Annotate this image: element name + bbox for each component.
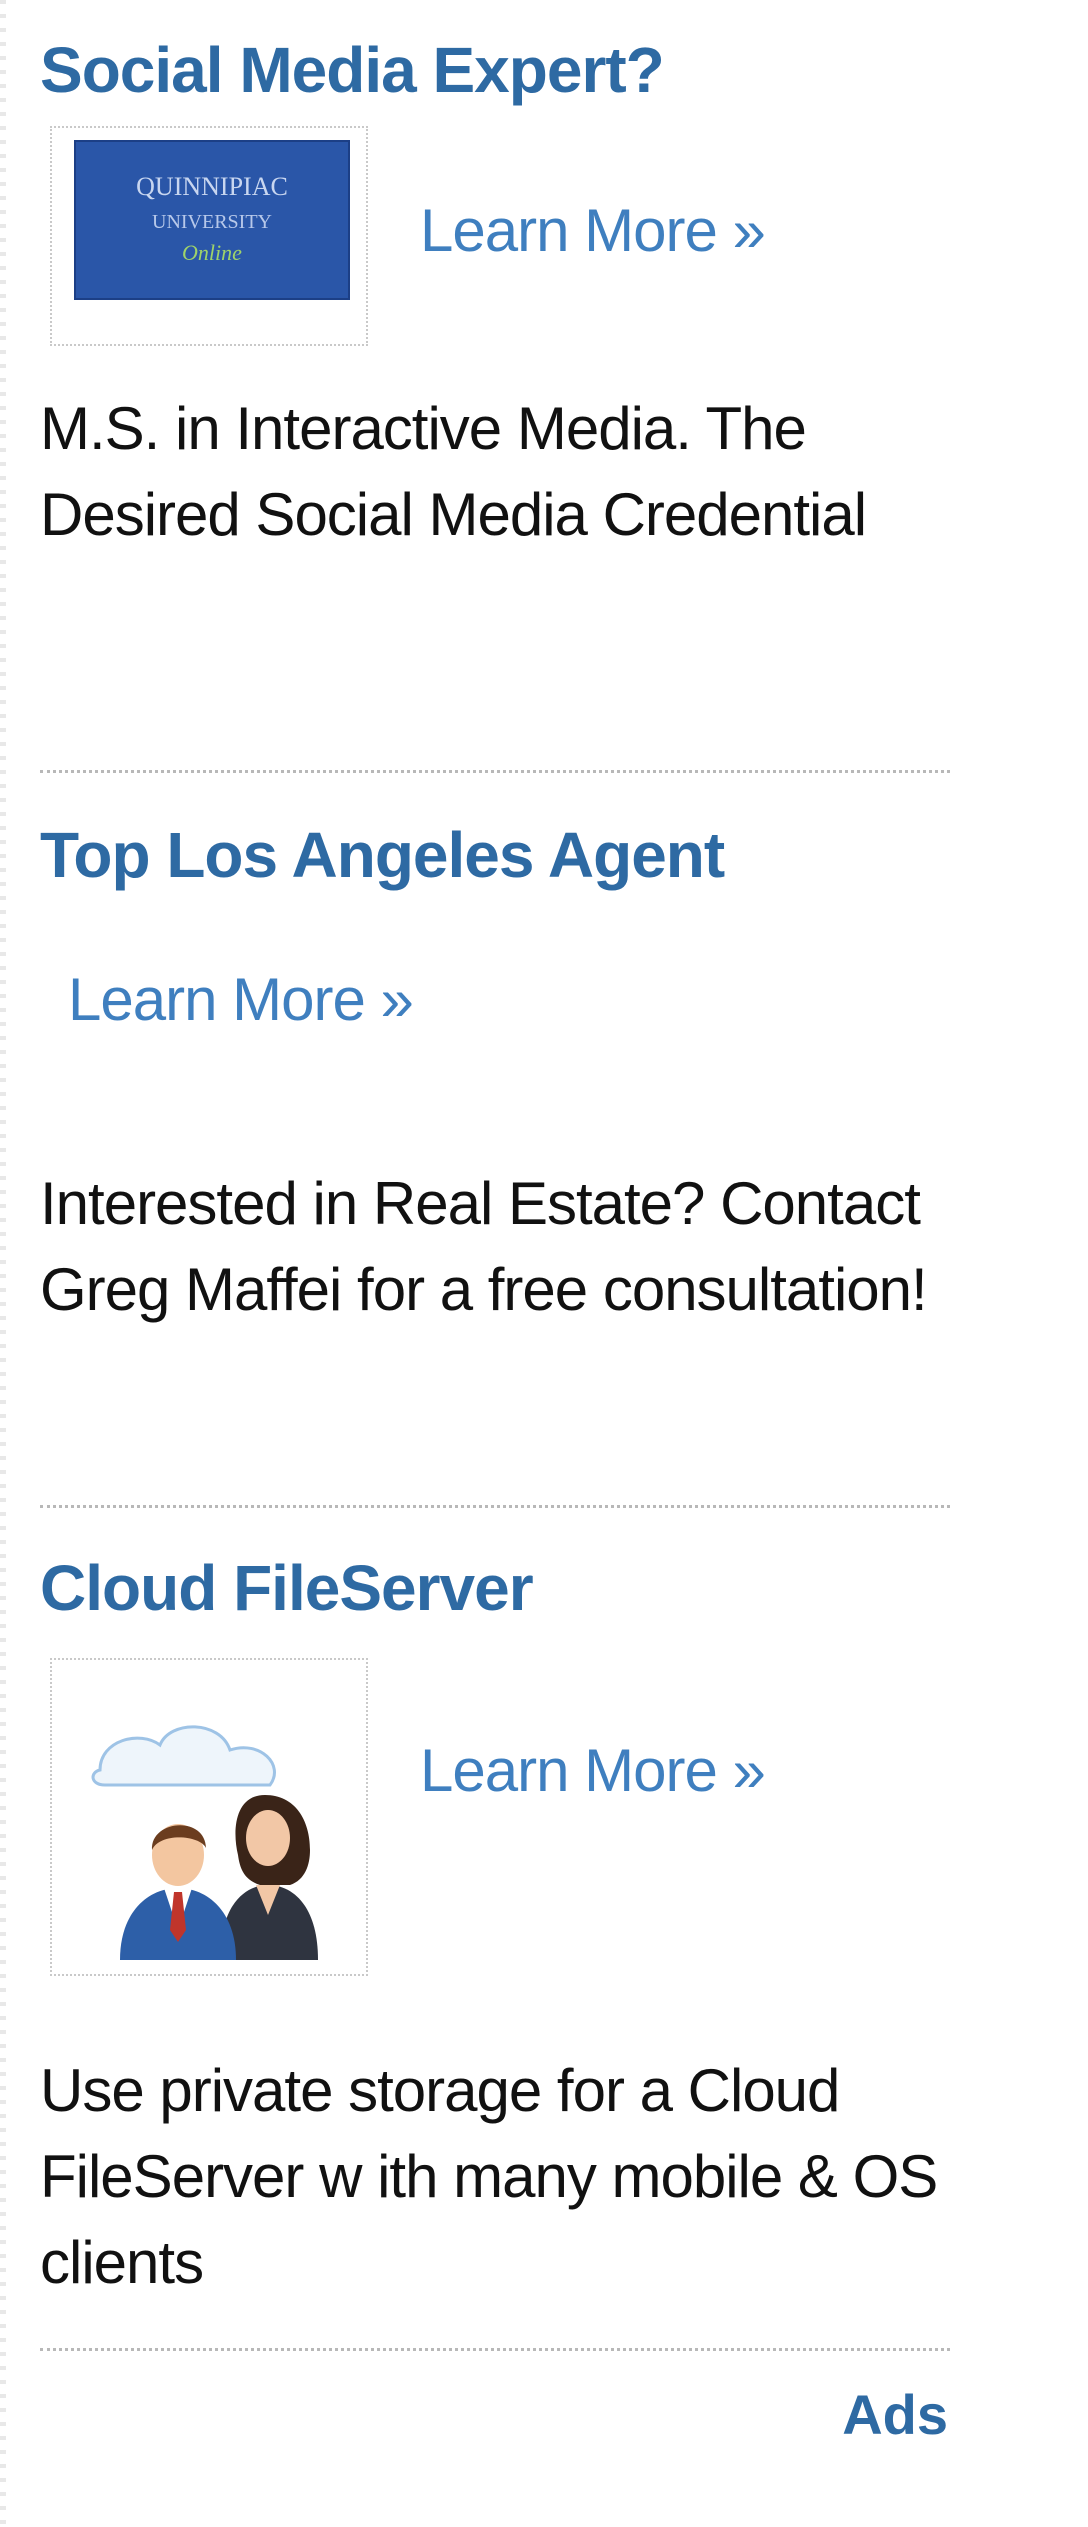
ad-social-media-expert: Social Media Expert? QUINNIPIAC UNIVERSI…	[40, 30, 940, 770]
ad-media: Learn More »	[40, 1658, 940, 1988]
ad-title[interactable]: Social Media Expert?	[40, 30, 940, 110]
ad-media: QUINNIPIAC UNIVERSITY Online Learn More …	[40, 126, 940, 356]
ad-description: Use private storage for a Cloud FileServ…	[40, 2057, 938, 2296]
ad-thumbnail[interactable]	[50, 1658, 368, 1976]
ad-top-los-angeles-agent: Top Los Angeles Agent Learn More » Inter…	[40, 773, 940, 1505]
ad-description: M.S. in Interactive Media. The Desired S…	[40, 395, 867, 548]
learn-more-link[interactable]: Learn More »	[420, 196, 766, 266]
logo-line-3: Online	[182, 240, 242, 265]
ads-label-link[interactable]: Ads	[842, 2383, 948, 2447]
logo-line-1: QUINNIPIAC	[136, 172, 288, 201]
ad-description: Interested in Real Estate? Contact Greg …	[40, 1170, 928, 1323]
learn-more-link[interactable]: Learn More »	[420, 1736, 766, 1806]
ad-media: Learn More »	[40, 945, 940, 1105]
ad-cloud-fileserver: Cloud FileServer Learn More » Use privat…	[40, 1508, 940, 2348]
learn-more-link[interactable]: Learn More »	[68, 965, 414, 1035]
ad-thumbnail[interactable]: QUINNIPIAC UNIVERSITY Online	[50, 126, 368, 346]
university-logo-icon: QUINNIPIAC UNIVERSITY Online	[74, 140, 350, 300]
sponsored-ads-sidebar: Social Media Expert? QUINNIPIAC UNIVERSI…	[40, 30, 950, 2471]
ad-title[interactable]: Cloud FileServer	[40, 1548, 940, 1628]
ads-footer: Ads	[40, 2351, 948, 2471]
logo-line-2: UNIVERSITY	[152, 211, 272, 233]
users-cloud-icon	[91, 1725, 318, 1960]
ad-title[interactable]: Top Los Angeles Agent	[40, 815, 940, 895]
page-edge	[0, 0, 6, 2527]
